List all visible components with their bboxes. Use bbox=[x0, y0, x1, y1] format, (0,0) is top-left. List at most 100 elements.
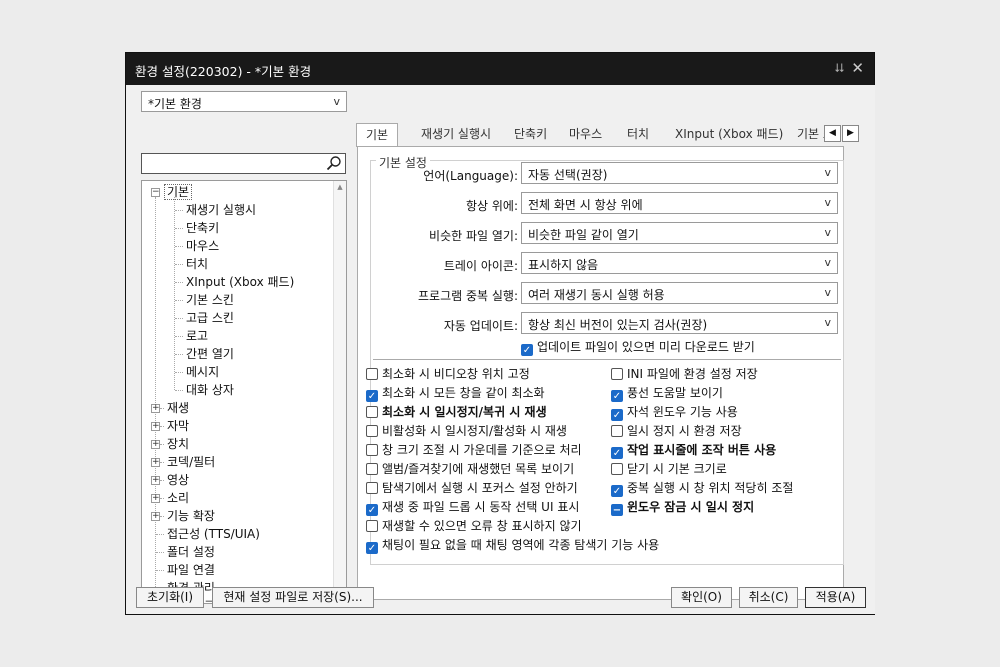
checkbox-icon[interactable] bbox=[366, 463, 378, 475]
apply-button[interactable]: 적용(A) bbox=[805, 587, 866, 608]
left-option-checkbox[interactable]: 탐색기에서 실행 시 포커스 설정 안하기 bbox=[366, 480, 578, 496]
reset-button[interactable]: 초기화(I) bbox=[136, 587, 204, 608]
checkbox-icon[interactable]: ✓ bbox=[521, 344, 533, 356]
expand-icon[interactable]: + bbox=[151, 404, 160, 413]
checkbox-icon[interactable]: ✓ bbox=[366, 390, 378, 402]
field-label: 항상 위에: bbox=[465, 199, 518, 213]
tab-2[interactable]: 단축키 bbox=[514, 123, 547, 146]
tab-scroll-right-icon[interactable]: ▶ bbox=[842, 125, 859, 142]
tree-item-child[interactable]: 간편 열기 bbox=[186, 345, 234, 363]
expand-icon[interactable]: + bbox=[151, 476, 160, 485]
checkbox-icon[interactable]: ✓ bbox=[611, 485, 623, 497]
ok-button[interactable]: 확인(O) bbox=[671, 587, 732, 608]
checkbox-icon[interactable] bbox=[611, 463, 623, 475]
tree-item-collapsed[interactable]: 자막 bbox=[167, 417, 189, 435]
tree-item-collapsed[interactable]: 재생 bbox=[167, 399, 189, 417]
tree-item-collapsed[interactable]: 소리 bbox=[167, 489, 189, 507]
expand-icon[interactable]: + bbox=[151, 440, 160, 449]
checkbox-icon[interactable]: ✓ bbox=[366, 542, 378, 554]
checkbox-icon[interactable]: ✓ bbox=[611, 409, 623, 421]
scroll-up-icon[interactable]: ▲ bbox=[334, 183, 346, 195]
tree-item-child[interactable]: 대화 상자 bbox=[186, 381, 234, 399]
checkbox-icon[interactable] bbox=[366, 425, 378, 437]
expand-icon[interactable]: + bbox=[151, 494, 160, 503]
expand-icon[interactable]: + bbox=[151, 422, 160, 431]
tree-item-collapsed[interactable]: 기능 확장 bbox=[167, 507, 215, 525]
close-icon[interactable]: ✕ bbox=[851, 59, 864, 77]
tree-scrollbar[interactable]: ▲ ▼ bbox=[333, 181, 346, 603]
tree-item-child[interactable]: 터치 bbox=[186, 255, 208, 273]
title-bar[interactable]: 환경 설정(220302) - *기본 환경 ⮇ ✕ bbox=[126, 53, 874, 85]
tab-5[interactable]: XInput (Xbox 패드) bbox=[675, 123, 783, 146]
tree-item-child[interactable]: 재생기 실행시 bbox=[186, 201, 256, 219]
checkbox-icon[interactable] bbox=[366, 368, 378, 380]
checkbox-icon[interactable]: ✓ bbox=[366, 504, 378, 516]
tab-4[interactable]: 터치 bbox=[627, 123, 649, 146]
checkbox-label: 비활성화 시 일시정지/활성화 시 재생 bbox=[382, 424, 567, 438]
checkbox-label: 풍선 도움말 보이기 bbox=[627, 386, 723, 400]
left-option-checkbox[interactable]: 비활성화 시 일시정지/활성화 시 재생 bbox=[366, 423, 567, 439]
tree-item-child[interactable]: 마우스 bbox=[186, 237, 219, 255]
checkbox-icon[interactable] bbox=[366, 520, 378, 532]
left-option-checkbox[interactable]: ✓ 재생 중 파일 드롭 시 동작 선택 UI 표시 bbox=[366, 499, 579, 516]
field-select[interactable]: 여러 재생기 동시 실행 허용 v bbox=[521, 282, 838, 304]
checkbox-icon[interactable] bbox=[366, 444, 378, 456]
tab-0[interactable]: 기본 bbox=[356, 123, 399, 147]
tree-item-leaf[interactable]: 폴더 설정 bbox=[167, 543, 215, 561]
tree-item-child[interactable]: 고급 스킨 bbox=[186, 309, 234, 327]
right-option-checkbox[interactable]: ✓ 자석 윈도우 기능 사용 bbox=[611, 404, 738, 421]
tab-scroll-left-icon[interactable]: ◀ bbox=[824, 125, 841, 142]
right-option-checkbox[interactable]: ✓ 풍선 도움말 보이기 bbox=[611, 385, 723, 402]
tree-item-collapsed[interactable]: 코덱/필터 bbox=[167, 453, 215, 471]
preset-select[interactable]: *기본 환경 v bbox=[141, 91, 347, 112]
tree-item-child[interactable]: 로고 bbox=[186, 327, 208, 345]
checkbox-icon[interactable] bbox=[611, 368, 623, 380]
field-select[interactable]: 전체 화면 시 항상 위에 v bbox=[521, 192, 838, 214]
left-option-checkbox[interactable]: 창 크기 조절 시 가운데를 기준으로 처리 bbox=[366, 442, 582, 458]
tree-item-leaf[interactable]: 접근성 (TTS/UIA) bbox=[167, 525, 260, 543]
checkbox-icon[interactable]: − bbox=[611, 504, 623, 516]
checkbox-icon[interactable]: ✓ bbox=[611, 390, 623, 402]
checkbox-icon[interactable]: ✓ bbox=[611, 447, 623, 459]
pin-icon[interactable]: ⮇ bbox=[834, 61, 844, 76]
field-label: 자동 업데이트: bbox=[443, 319, 518, 333]
left-option-checkbox[interactable]: 최소화 시 비디오창 위치 고정 bbox=[366, 366, 530, 382]
field-select[interactable]: 표시하지 않음 v bbox=[521, 252, 838, 274]
predownload-updates-checkbox[interactable]: ✓ 업데이트 파일이 있으면 미리 다운로드 받기 bbox=[521, 339, 755, 356]
checkbox-icon[interactable] bbox=[611, 425, 623, 437]
field-select[interactable]: 자동 선택(권장) v bbox=[521, 162, 838, 184]
right-option-checkbox[interactable]: ✓ 중복 실행 시 창 위치 적당히 조절 bbox=[611, 480, 793, 497]
tree-item-child[interactable]: 메시지 bbox=[186, 363, 219, 381]
tree-item-collapsed[interactable]: 장치 bbox=[167, 435, 189, 453]
save-current-settings-button[interactable]: 현재 설정 파일로 저장(S)... bbox=[212, 587, 374, 608]
field-select[interactable]: 비슷한 파일 같이 열기 v bbox=[521, 222, 838, 244]
tab-3[interactable]: 마우스 bbox=[569, 123, 602, 146]
left-option-checkbox[interactable]: 최소화 시 일시정지/복귀 시 재생 bbox=[366, 404, 547, 420]
tree-item-child[interactable]: 단축키 bbox=[186, 219, 219, 237]
field-select[interactable]: 항상 최신 버전이 있는지 검사(권장) v bbox=[521, 312, 838, 334]
right-option-checkbox[interactable]: 일시 정지 시 환경 저장 bbox=[611, 423, 742, 439]
cancel-button[interactable]: 취소(C) bbox=[739, 587, 798, 608]
collapse-icon[interactable]: − bbox=[151, 188, 160, 197]
checkbox-label: 탐색기에서 실행 시 포커스 설정 안하기 bbox=[382, 481, 578, 495]
right-option-checkbox[interactable]: ✓ 작업 표시줄에 조작 버튼 사용 bbox=[611, 442, 776, 459]
right-option-checkbox[interactable]: − 윈도우 잠금 시 일시 정지 bbox=[611, 499, 754, 516]
tab-1[interactable]: 재생기 실행시 bbox=[421, 123, 491, 146]
tree-item-basic[interactable]: 기본 bbox=[164, 183, 193, 201]
left-option-checkbox[interactable]: 앨범/즐겨찾기에 재생했던 목록 보이기 bbox=[366, 461, 574, 477]
expand-icon[interactable]: + bbox=[151, 458, 160, 467]
left-option-checkbox[interactable]: 재생할 수 있으면 오류 창 표시하지 않기 bbox=[366, 518, 582, 534]
tree-item-collapsed[interactable]: 영상 bbox=[167, 471, 189, 489]
checkbox-icon[interactable] bbox=[366, 482, 378, 494]
tree-item-leaf[interactable]: 파일 연결 bbox=[167, 561, 215, 579]
checkbox-icon[interactable] bbox=[366, 406, 378, 418]
expand-icon[interactable]: + bbox=[151, 512, 160, 521]
right-option-checkbox[interactable]: 닫기 시 기본 크기로 bbox=[611, 461, 727, 477]
right-option-checkbox[interactable]: INI 파일에 환경 설정 저장 bbox=[611, 366, 758, 382]
tree-item-child[interactable]: 기본 스킨 bbox=[186, 291, 234, 309]
checkbox-label: 업데이트 파일이 있으면 미리 다운로드 받기 bbox=[537, 340, 755, 354]
field-label: 프로그램 중복 실행: bbox=[418, 289, 518, 303]
tree-guide bbox=[175, 264, 183, 265]
left-option-checkbox[interactable]: ✓ 최소화 시 모든 창을 같이 최소화 bbox=[366, 385, 545, 402]
left-option-checkbox[interactable]: ✓ 채팅이 필요 없을 때 채팅 영역에 각종 탐색기 기능 사용 bbox=[366, 537, 659, 554]
